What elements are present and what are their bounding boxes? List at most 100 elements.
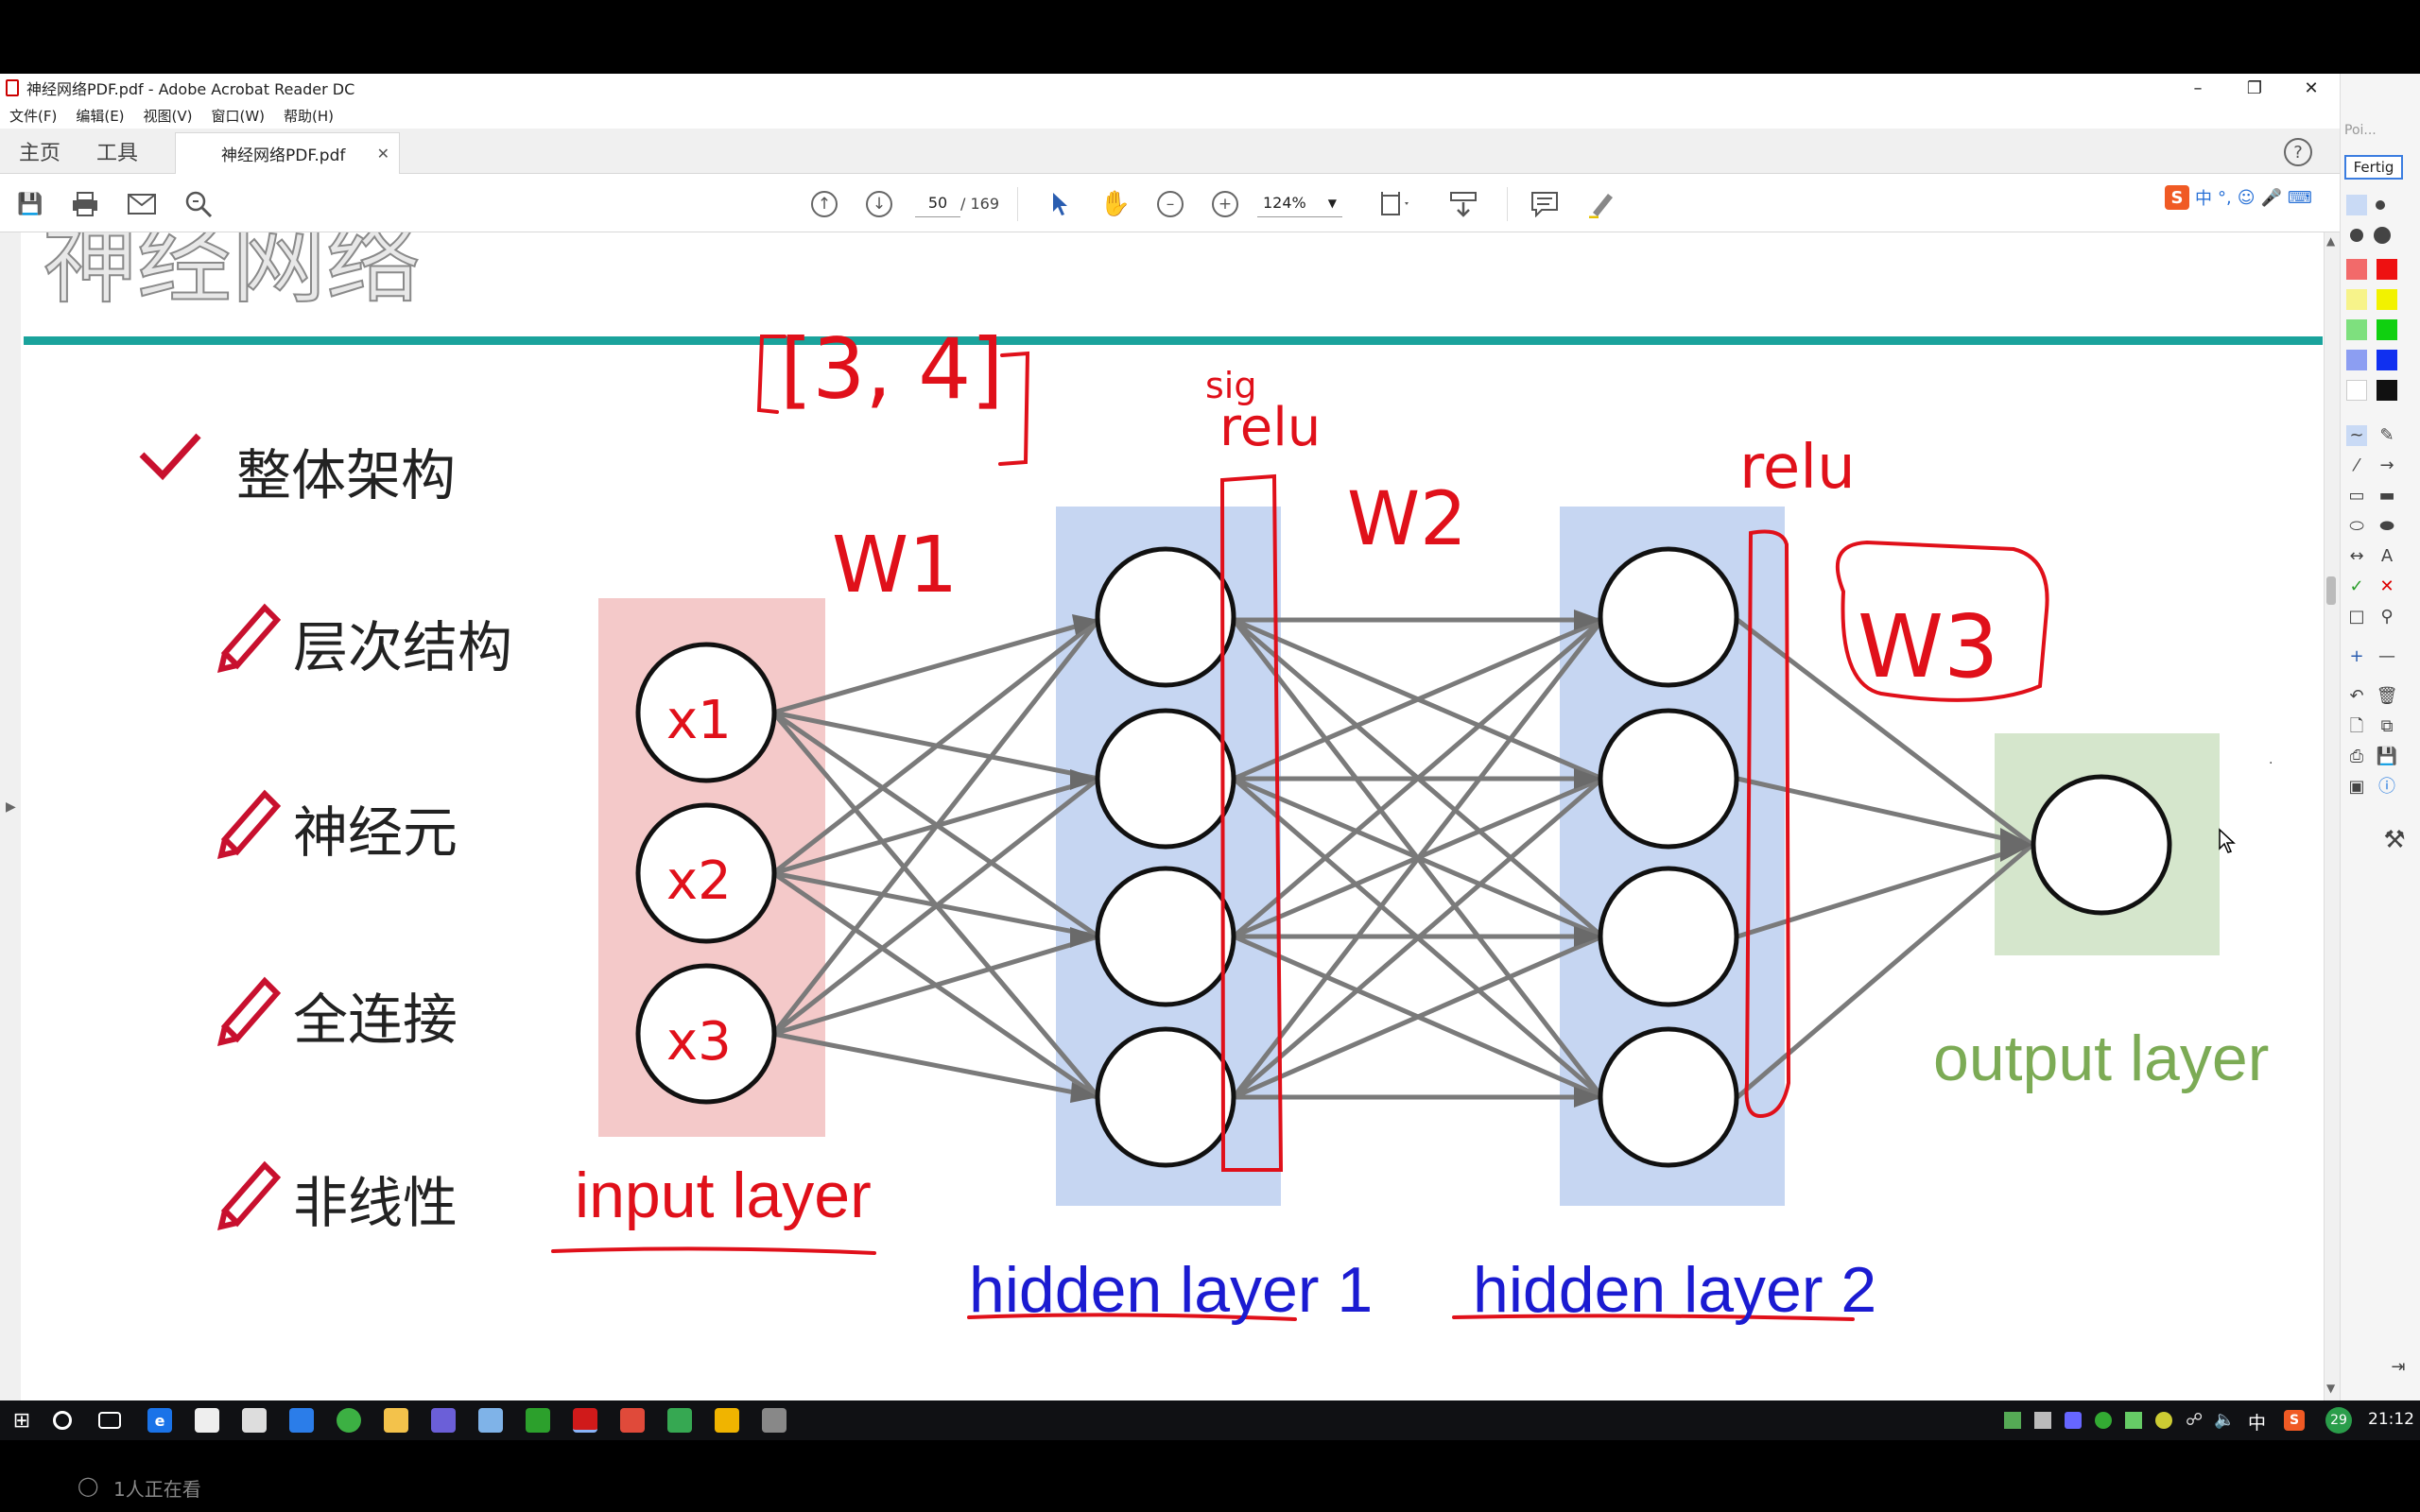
minimize-icon[interactable]: – <box>2169 74 2226 102</box>
mail-icon[interactable] <box>242 1408 267 1433</box>
trash-icon[interactable]: 🗑 <box>2377 686 2398 707</box>
sogou-tray-icon[interactable]: S <box>2284 1410 2305 1431</box>
app-icon-2[interactable] <box>337 1408 361 1433</box>
magnifier-icon[interactable]: ⚲ <box>2377 607 2397 627</box>
undo-icon[interactable]: ↶ <box>2346 686 2367 707</box>
clock[interactable]: 21:12 <box>2368 1410 2414 1429</box>
network-icon[interactable]: ☍ <box>2186 1410 2203 1430</box>
rectangle-icon[interactable]: ▭ <box>2346 486 2367 507</box>
color-green[interactable] <box>2377 319 2397 340</box>
color-light-blue[interactable] <box>2346 350 2367 370</box>
help-icon[interactable]: ? <box>2284 138 2312 166</box>
zoom-in-icon[interactable]: + <box>1208 187 1242 221</box>
check-tool-icon[interactable]: ✓ <box>2346 576 2367 597</box>
hand-tool-icon[interactable]: ✋ <box>1098 187 1132 221</box>
remove-icon[interactable]: — <box>2377 646 2397 667</box>
file-explorer-icon[interactable] <box>384 1408 408 1433</box>
tray-icon-1[interactable] <box>2004 1412 2021 1429</box>
app-icon-7[interactable] <box>667 1408 692 1433</box>
brush-size-medium[interactable] <box>2350 229 2363 242</box>
fit-page-icon[interactable] <box>1378 187 1412 221</box>
tab-close-icon[interactable]: ✕ <box>377 145 389 163</box>
line-icon[interactable]: ⁄ <box>2346 455 2367 476</box>
freehand-icon[interactable]: ~ <box>2346 425 2367 446</box>
print-small-icon[interactable]: ⎙ <box>2346 747 2367 767</box>
color-black[interactable] <box>2377 380 2397 401</box>
color-light-green[interactable] <box>2346 319 2367 340</box>
scroll-mode-icon[interactable] <box>1446 187 1480 221</box>
brush-size-tiny[interactable] <box>2346 195 2367 215</box>
menu-help[interactable]: 帮助(H) <box>284 106 334 126</box>
copy-icon[interactable]: ⧉ <box>2377 716 2397 737</box>
cross-tool-icon[interactable]: ✕ <box>2377 576 2397 597</box>
scroll-up-icon[interactable]: ▲ <box>2326 234 2335 248</box>
prev-page-icon[interactable]: ↑ <box>807 187 841 221</box>
acrobat-taskbar-icon[interactable] <box>573 1408 597 1433</box>
sogou-icon[interactable]: S <box>2165 185 2189 210</box>
color-yellow[interactable] <box>2377 289 2397 310</box>
color-red[interactable] <box>2377 259 2397 280</box>
eraser-icon[interactable]: ✎ <box>2377 425 2397 446</box>
windows-start-icon[interactable]: ⊞ <box>9 1408 34 1433</box>
volume-icon[interactable]: 🔈 <box>2214 1410 2235 1430</box>
crop-icon[interactable]: □ <box>2346 607 2367 627</box>
app-icon-8[interactable] <box>715 1408 739 1433</box>
app-icon-5[interactable] <box>526 1408 550 1433</box>
tab-home[interactable]: 主页 <box>19 129 60 174</box>
zoom-select[interactable]: 124% ▼ <box>1257 189 1342 217</box>
task-view-icon[interactable] <box>98 1412 121 1429</box>
app-icon-6[interactable] <box>620 1408 645 1433</box>
menu-edit[interactable]: 编辑(E) <box>76 106 124 126</box>
notification-badge[interactable]: 29 <box>2325 1407 2352 1434</box>
ellipse-icon[interactable]: ⬭ <box>2346 516 2367 537</box>
tab-document[interactable]: 神经网络PDF.pdf ✕ <box>175 132 400 174</box>
tray-icon-3[interactable] <box>2065 1412 2082 1429</box>
color-light-yellow[interactable] <box>2346 289 2367 310</box>
zoom-out-icon[interactable]: – <box>1153 187 1187 221</box>
next-page-icon[interactable]: ↓ <box>862 187 896 221</box>
ime-indicator[interactable]: 中 <box>2248 1409 2266 1435</box>
email-icon[interactable] <box>125 187 159 221</box>
filled-rectangle-icon[interactable]: ▬ <box>2377 486 2397 507</box>
emoji-icon[interactable]: ☺ <box>2238 188 2256 208</box>
add-icon[interactable]: + <box>2346 646 2367 667</box>
tray-shield-icon[interactable] <box>2125 1412 2142 1429</box>
arrow-icon[interactable]: → <box>2377 455 2397 476</box>
save-icon[interactable]: 💾 <box>13 187 47 221</box>
restore-icon[interactable]: ❐ <box>2226 74 2283 102</box>
tray-icon-2[interactable] <box>2034 1412 2051 1429</box>
page-number-input[interactable]: 50 <box>915 189 960 217</box>
brush-size-large[interactable] <box>2374 227 2391 244</box>
info-icon[interactable]: ⓘ <box>2377 777 2397 798</box>
cortana-icon[interactable] <box>53 1411 72 1430</box>
close-icon[interactable]: ✕ <box>2283 74 2340 102</box>
screen-icon[interactable]: ▣ <box>2346 777 2367 798</box>
app-icon-3[interactable] <box>431 1408 456 1433</box>
double-arrow-icon[interactable]: ↔ <box>2346 546 2367 567</box>
save-small-icon[interactable]: 💾 <box>2377 747 2397 767</box>
app-icon-1[interactable] <box>289 1408 314 1433</box>
menu-view[interactable]: 视图(V) <box>144 106 193 126</box>
search-icon[interactable] <box>182 187 216 221</box>
color-blue[interactable] <box>2377 350 2397 370</box>
edge-icon[interactable]: e <box>147 1408 172 1433</box>
app-icon-4[interactable] <box>478 1408 503 1433</box>
collapse-panel-icon[interactable]: ⇥ <box>2388 1357 2409 1378</box>
app-icon-9[interactable] <box>762 1408 786 1433</box>
fertig-button[interactable]: Fertig <box>2344 155 2403 180</box>
keyboard-icon[interactable]: ⌨ <box>2288 188 2312 208</box>
brush-size-small[interactable] <box>2376 200 2385 210</box>
voice-icon[interactable]: 🎤 <box>2261 188 2282 208</box>
tray-icon-5[interactable] <box>2155 1412 2172 1429</box>
print-icon[interactable] <box>68 187 102 221</box>
color-light-red[interactable] <box>2346 259 2367 280</box>
filled-ellipse-icon[interactable]: ⬬ <box>2377 516 2397 537</box>
menu-window[interactable]: 窗口(W) <box>212 106 266 126</box>
pdf-page[interactable]: 神经网络 [3, 4] W1 W2 W3 relu sig relu x1 x2… <box>0 232 2328 1400</box>
menu-file[interactable]: 文件(F) <box>9 106 57 126</box>
left-panel-toggle[interactable]: ▶ <box>0 232 21 1400</box>
tools-settings-icon[interactable]: ⚒ <box>2383 828 2405 852</box>
punctuation-icon[interactable]: °, <box>2218 188 2232 208</box>
select-cursor-icon[interactable] <box>1044 187 1078 221</box>
store-icon[interactable] <box>195 1408 219 1433</box>
